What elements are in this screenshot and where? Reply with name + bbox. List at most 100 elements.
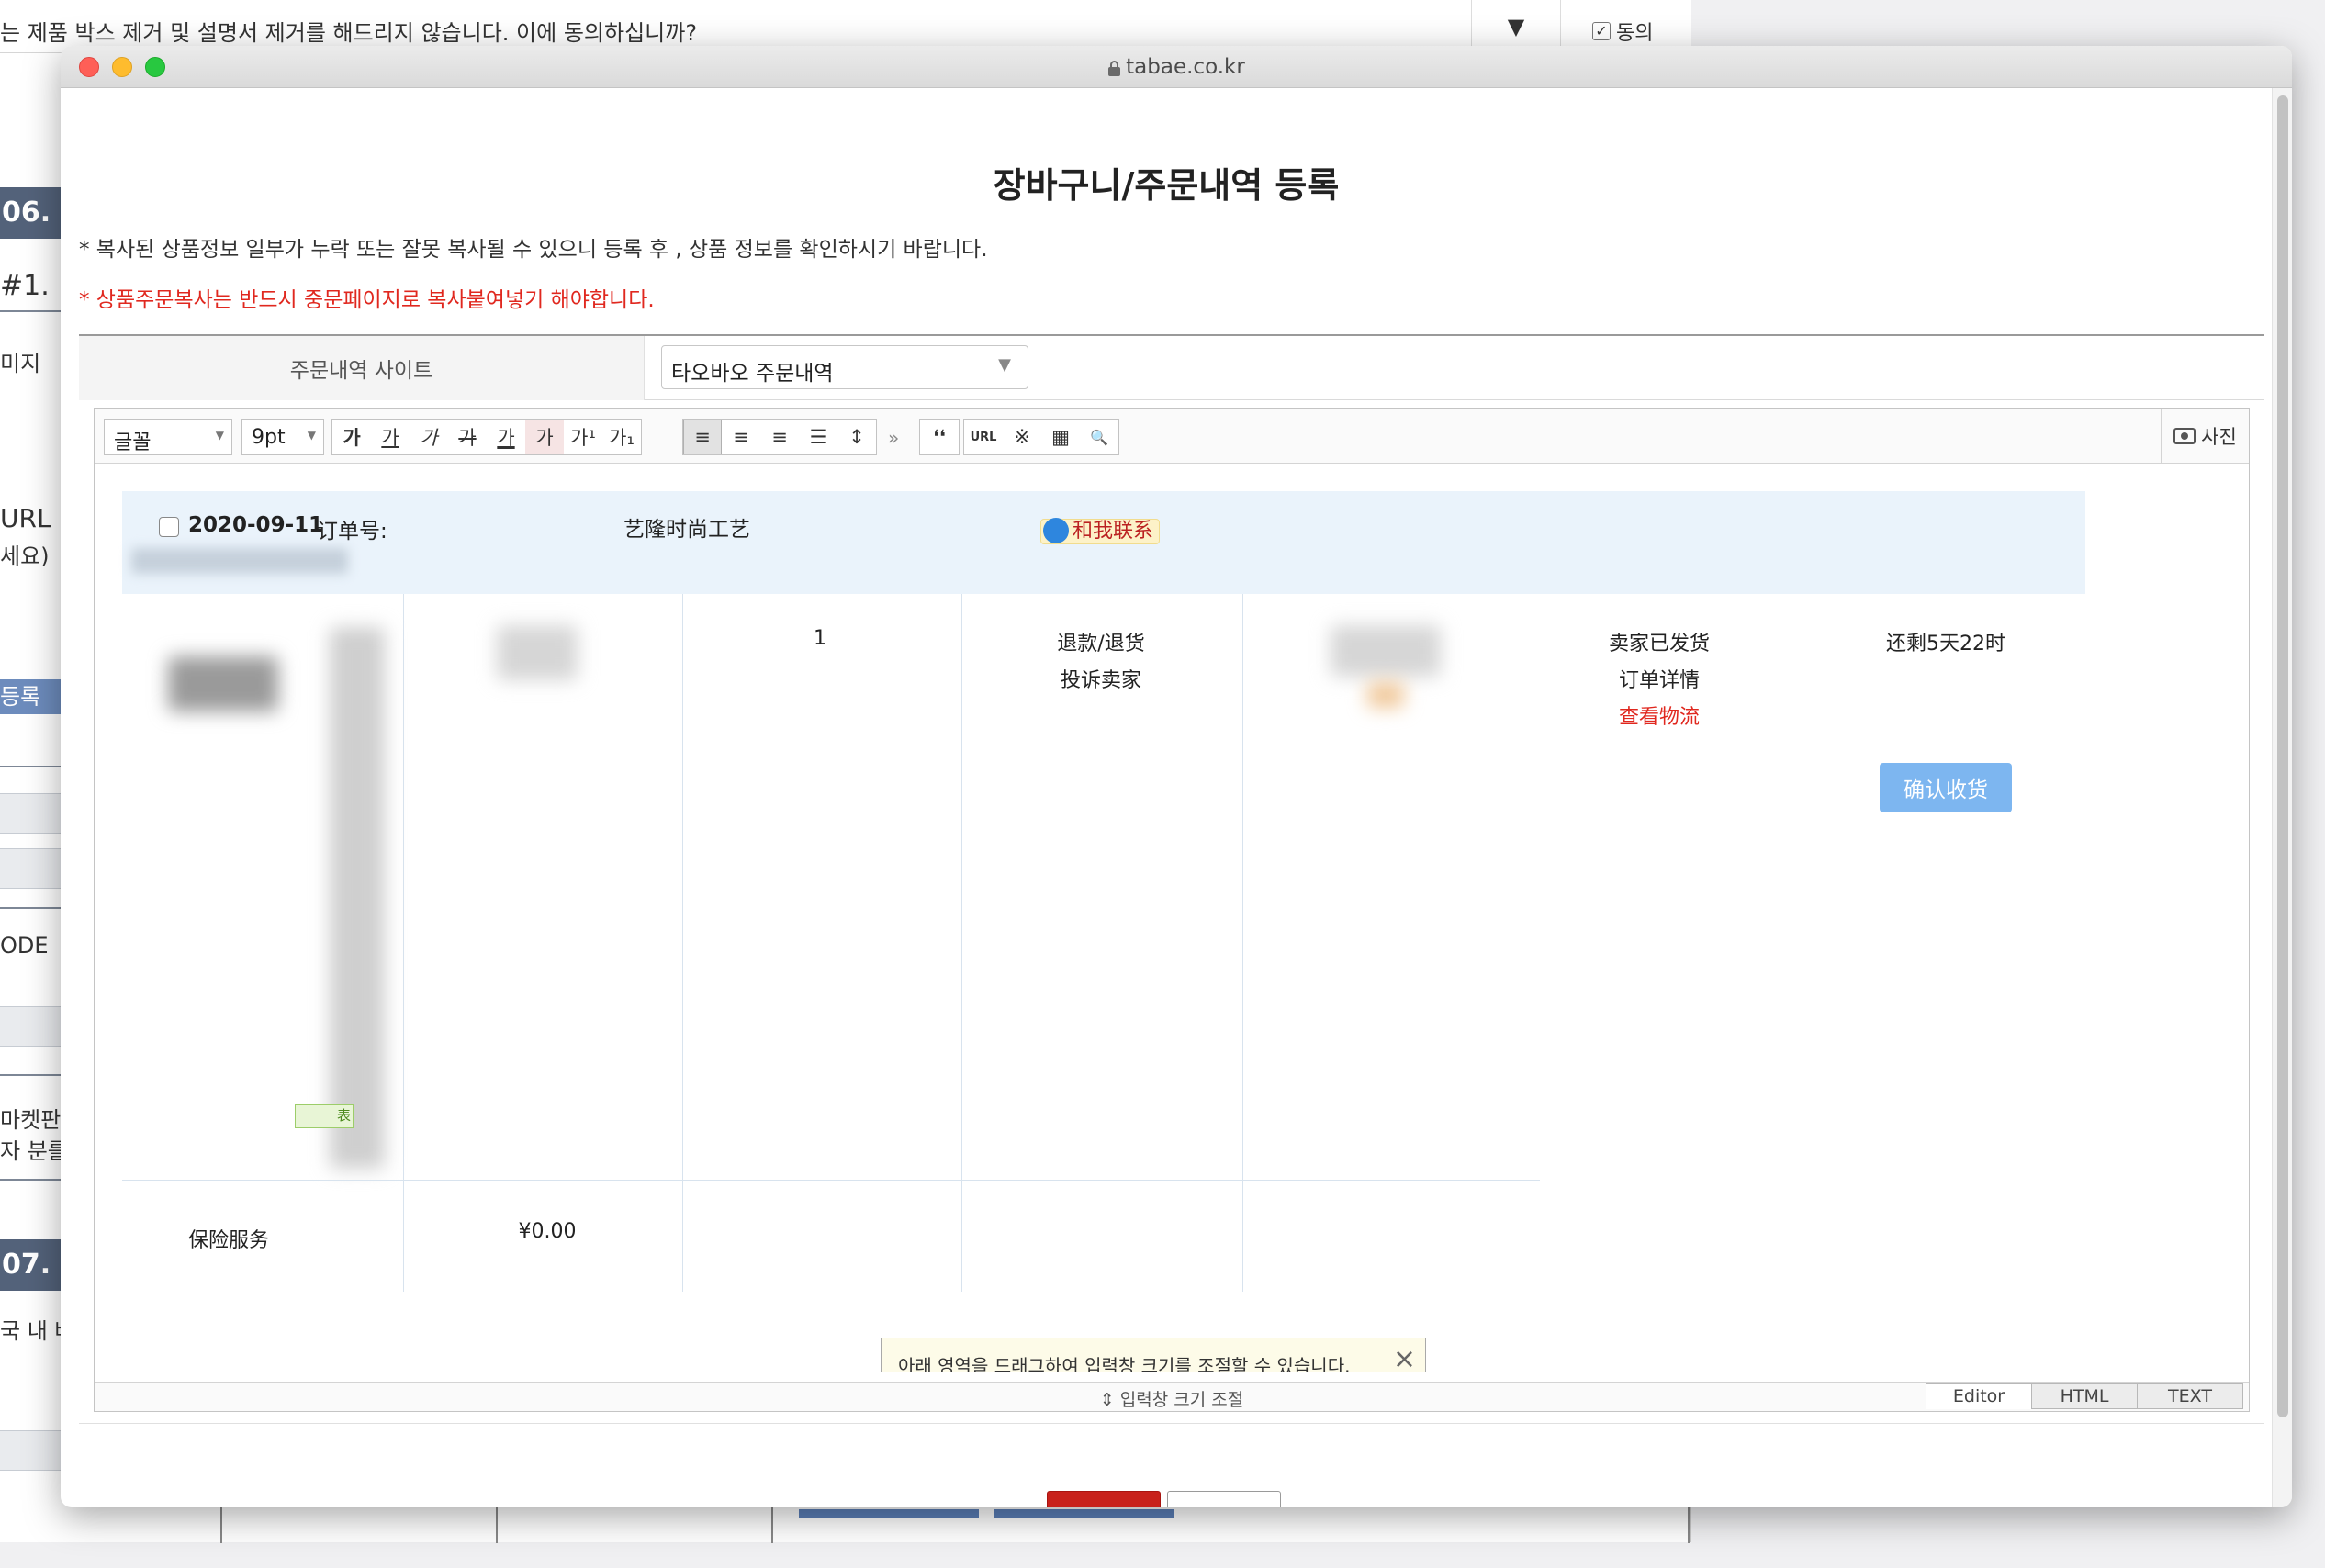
table-icon[interactable]: ▦ <box>1041 420 1080 454</box>
background-agree-checkbox[interactable]: ✓ 동의 <box>1592 17 1653 46</box>
background-cell <box>0 1430 61 1471</box>
order-checkbox[interactable] <box>159 517 179 537</box>
italic-button[interactable]: 가 <box>410 420 448 454</box>
font-size-value: 9pt <box>252 426 286 449</box>
close-button[interactable]: 닫기 <box>1167 1491 1281 1507</box>
underline-button[interactable]: 가 <box>371 420 410 454</box>
info-note: * 복사된 상품정보 일부가 누락 또는 잘못 복사될 수 있으니 등록 후 ,… <box>79 238 988 262</box>
blurred-payment-badge <box>1367 682 1404 708</box>
blurred-product-image <box>168 656 278 711</box>
register-button[interactable]: 등록 <box>1047 1491 1161 1507</box>
order-date: 2020-09-11 <box>188 513 324 537</box>
highlight-color-button[interactable]: 가 <box>525 420 564 454</box>
background-label: 마켓판 <box>0 1107 62 1133</box>
chevron-down-icon: ▼ <box>998 355 1011 375</box>
chevron-down-icon: ▼ <box>215 429 224 442</box>
resize-arrows-icon: ⇕ <box>1099 1390 1120 1410</box>
text-format-group: 가 가 가 가 가 가 가¹ 가₁ <box>331 419 642 455</box>
font-size-select[interactable]: 9pt ▼ <box>241 419 324 455</box>
align-right-icon[interactable]: ≡ <box>760 420 799 454</box>
background-cell <box>0 793 61 834</box>
url-link-button[interactable]: URL <box>964 420 1003 454</box>
logistics-link[interactable]: 查看物流 <box>1522 700 1797 730</box>
quote-icon[interactable]: ❛❛ <box>920 420 959 454</box>
superscript-button[interactable]: 가¹ <box>564 420 602 454</box>
search-icon[interactable]: 🔍 <box>1080 420 1118 454</box>
insurance-price: ¥0.00 <box>518 1220 577 1243</box>
insert-group: URL ※ ▦ 🔍 <box>963 419 1119 455</box>
background-left-column: 06. #1. 미지 URL 세요) 등록 ODE 마켓판 자 분를 07. 국… <box>0 53 75 1531</box>
background-label: ODE <box>0 933 49 958</box>
font-select-value: 글꼴 <box>114 431 152 454</box>
scrollbar-thumb[interactable] <box>2277 95 2288 1417</box>
background-divider <box>0 1179 61 1181</box>
background-divider <box>0 310 61 312</box>
order-number-label: 订单号: <box>317 520 388 543</box>
background-notice-text: 는 제품 박스 제거 및 설명서 제거를 해드리지 않습니다. 이에 동의하십니… <box>0 20 698 46</box>
font-select[interactable]: 글꼴 ▼ <box>104 419 232 455</box>
background-label: #1. <box>0 270 50 302</box>
rich-text-editor: 글꼴 ▼ 9pt ▼ 가 가 가 가 가 가 가¹ 가₁ ≡ ≡ ≡ ☰ ↕ »… <box>94 408 2250 1412</box>
camera-icon <box>2173 428 2196 444</box>
column-divider <box>961 594 962 1292</box>
align-center-icon[interactable]: ≡ <box>722 420 760 454</box>
order-status: 卖家已发货 <box>1608 633 1710 655</box>
popup-window: tabae.co.kr 장바구니/주문내역 등록 * 복사된 상품정보 일부가 … <box>61 46 2292 1507</box>
popup-content: 장바구니/주문내역 등록 * 복사된 상품정보 일부가 누락 또는 잘못 복사될… <box>61 88 2272 1507</box>
special-char-icon[interactable]: ※ <box>1003 420 1041 454</box>
editor-content[interactable]: 2020-09-11 订单号: 艺隆时尚工艺 和我联系 表 1 退款/退货 投诉… <box>95 464 2249 1372</box>
strikethrough-button[interactable]: 가 <box>448 420 487 454</box>
vertical-scrollbar[interactable] <box>2272 88 2292 1507</box>
chevron-down-icon: ▼ <box>307 429 316 442</box>
tab-html[interactable]: HTML <box>2031 1383 2138 1409</box>
shop-name[interactable]: 艺隆时尚工艺 <box>623 511 750 543</box>
close-icon[interactable]: × <box>1393 1346 1416 1373</box>
background-section-number: 07. <box>0 1239 61 1291</box>
lock-icon <box>1107 61 1121 76</box>
photo-label: 사진 <box>2201 426 2237 448</box>
background-label: 미지 <box>0 351 41 376</box>
align-left-icon[interactable]: ≡ <box>683 420 722 454</box>
row-divider <box>122 1180 1540 1181</box>
order-detail-link[interactable]: 订单详情 <box>1522 664 1797 693</box>
page-title: 장바구니/주문내역 등록 <box>993 165 1340 206</box>
window-titlebar: tabae.co.kr <box>61 46 2292 88</box>
background-blue-button[interactable] <box>994 1509 1174 1518</box>
confirm-receipt-button[interactable]: 确认收货 <box>1880 763 2012 812</box>
editor-toolbar: 글꼴 ▼ 9pt ▼ 가 가 가 가 가 가 가¹ 가₁ ≡ ≡ ≡ ☰ ↕ »… <box>95 409 2249 464</box>
quote-group: ❛❛ <box>919 419 960 455</box>
contact-label: 和我联系 <box>1073 520 1154 543</box>
subscript-button[interactable]: 가₁ <box>602 420 641 454</box>
blurred-price <box>497 625 578 680</box>
quantity-value: 1 <box>814 627 826 650</box>
background-section-number: 06. <box>0 187 61 239</box>
column-divider <box>403 594 404 1292</box>
complaint-link[interactable]: 投诉卖家 <box>963 664 1239 693</box>
photo-button[interactable]: 사진 <box>2161 409 2249 464</box>
align-group: ≡ ≡ ≡ ☰ ↕ <box>682 419 877 455</box>
align-justify-icon[interactable]: ☰ <box>799 420 837 454</box>
site-select[interactable]: 타오바오 주문내역 ▼ <box>661 345 1028 389</box>
column-divider <box>1242 594 1243 1292</box>
remaining-time: 还剩5天22时 <box>1886 633 2005 655</box>
resize-label-text: 입력창 크기 조절 <box>1119 1390 1244 1410</box>
tab-editor[interactable]: Editor <box>1926 1383 2032 1409</box>
url-text: tabae.co.kr <box>1126 55 1245 79</box>
site-select-row: 주문내역 사이트 타오바오 주문내역 ▼ <box>79 334 2264 400</box>
tab-text[interactable]: TEXT <box>2137 1383 2243 1409</box>
background-blue-button[interactable] <box>799 1509 979 1518</box>
more-tools-button[interactable]: » <box>888 427 899 449</box>
refund-link[interactable]: 退款/退货 <box>963 627 1239 656</box>
url-bar: tabae.co.kr <box>61 55 2292 79</box>
blurred-product-title <box>330 627 385 1169</box>
contact-seller-button[interactable]: 和我联系 <box>1040 518 1161 544</box>
service-tag: 表 <box>295 1104 354 1128</box>
background-label: 자 분를 <box>0 1138 68 1164</box>
background-divider <box>0 907 61 909</box>
background-agree-label: 동의 <box>1616 22 1654 45</box>
line-height-icon[interactable]: ↕ <box>837 420 876 454</box>
text-color-button[interactable]: 가 <box>487 420 525 454</box>
bold-button[interactable]: 가 <box>332 420 371 454</box>
editor-resize-handle[interactable]: ⇕ 입력창 크기 조절 Editor HTML TEXT <box>95 1382 2249 1411</box>
background-register-chip[interactable]: 등록 <box>0 679 61 714</box>
